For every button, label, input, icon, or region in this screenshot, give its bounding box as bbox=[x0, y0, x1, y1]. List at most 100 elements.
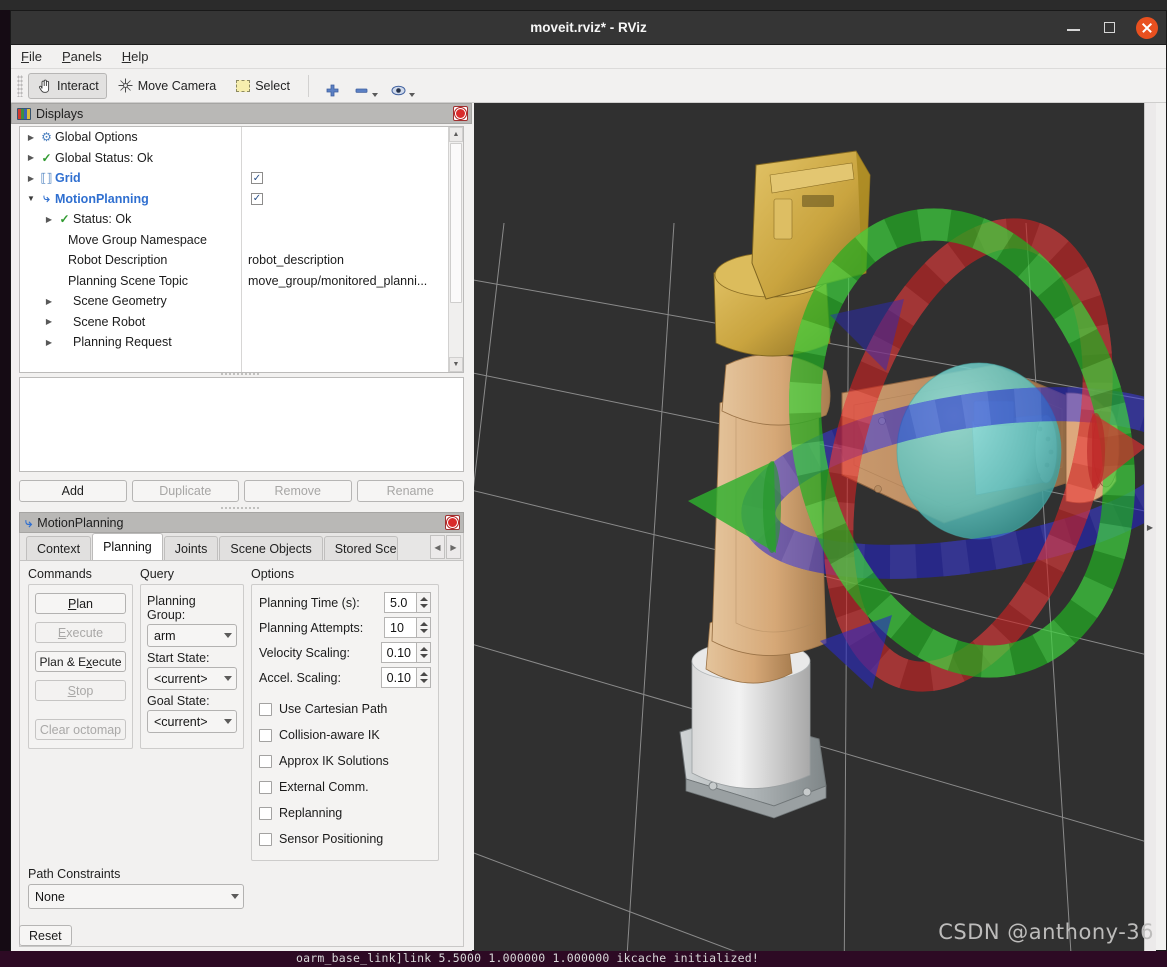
chevron-left-icon[interactable]: ◀ bbox=[430, 535, 445, 559]
goal-state-select[interactable]: <current> bbox=[147, 710, 237, 733]
scroll-down-icon[interactable]: ▼ bbox=[449, 357, 463, 372]
planning-tab-pane: Commands Plan Execute Plan & Ex ecute Sto… bbox=[20, 561, 463, 915]
stop-button[interactable]: Stop bbox=[35, 680, 126, 701]
tool-view[interactable] bbox=[385, 73, 420, 99]
expand-arrow-icon[interactable]: ▶ bbox=[42, 215, 56, 224]
use-cartesian-path-row[interactable]: Use Cartesian Path bbox=[259, 696, 431, 722]
displays-tree-scrollbar[interactable]: ▲ ▼ bbox=[448, 127, 463, 372]
commands-group-box: Plan Execute Plan & Ex ecute Stop Clear o… bbox=[28, 584, 133, 749]
collision-aware-ik-checkbox[interactable] bbox=[259, 728, 272, 742]
tool-interact[interactable]: Interact bbox=[28, 72, 107, 99]
maximize-button[interactable] bbox=[1100, 18, 1120, 38]
rename-display-button[interactable]: Rename bbox=[356, 480, 464, 502]
motionplanning-visibility-checkbox[interactable]: ✓ bbox=[251, 192, 263, 205]
sensor-positioning-checkbox[interactable] bbox=[259, 832, 272, 846]
duplicate-display-button[interactable]: Duplicate bbox=[131, 480, 239, 502]
path-constraints-select[interactable]: None bbox=[28, 884, 244, 909]
displays-tree[interactable]: ▶ ⚙ Global Options ▶ ✓ Global Status: Ok… bbox=[19, 126, 464, 373]
accel-scaling-input[interactable]: 0.10 bbox=[380, 667, 416, 688]
reset-button[interactable]: Reset bbox=[19, 925, 72, 946]
panel-splitter-handle[interactable] bbox=[220, 372, 260, 376]
minimize-button[interactable] bbox=[1064, 18, 1084, 38]
tool-select[interactable]: Select bbox=[226, 73, 298, 99]
collision-aware-ik-row[interactable]: Collision-aware IK bbox=[259, 722, 431, 748]
remove-display-button[interactable]: Remove bbox=[244, 480, 352, 502]
tree-row-planning-request[interactable]: ▶ Planning Request bbox=[20, 332, 463, 353]
velocity-scaling-arrows[interactable] bbox=[416, 642, 431, 663]
tab-stored-scene[interactable]: Stored Scene bbox=[323, 536, 398, 560]
add-display-button[interactable]: Add bbox=[19, 480, 127, 502]
tree-row-robot-description[interactable]: Robot Description robot_description bbox=[20, 250, 463, 271]
menu-item-file[interactable]: File bbox=[21, 49, 42, 64]
tree-row-planning-scene-topic[interactable]: Planning Scene Topic move_group/monitore… bbox=[20, 271, 463, 292]
clear-octomap-button[interactable]: Clear octomap bbox=[35, 719, 126, 740]
grid-visibility-checkbox[interactable]: ✓ bbox=[251, 172, 263, 185]
velocity-scaling-input[interactable]: 0.10 bbox=[380, 642, 416, 663]
planning-time-stepper[interactable]: 5.0 bbox=[384, 592, 431, 613]
expand-arrow-icon[interactable]: ▶ bbox=[24, 133, 38, 142]
accel-scaling-stepper[interactable]: 0.10 bbox=[380, 667, 431, 688]
tool-measure[interactable] bbox=[348, 73, 383, 99]
close-button[interactable] bbox=[1136, 17, 1158, 39]
planning-time-arrows[interactable] bbox=[416, 592, 431, 613]
execute-button[interactable]: Execute bbox=[35, 622, 126, 643]
tree-label: Global Options bbox=[55, 130, 138, 145]
plan-and-execute-button[interactable]: Plan & Ex ecute bbox=[35, 651, 126, 672]
tab-joints[interactable]: Joints bbox=[163, 536, 219, 560]
collapse-arrow-icon[interactable]: ▼ bbox=[24, 194, 38, 203]
approx-ik-solutions-checkbox[interactable] bbox=[259, 754, 272, 768]
velocity-scaling-stepper[interactable]: 0.10 bbox=[380, 642, 431, 663]
planning-attempts-label: Planning Attempts: bbox=[259, 620, 364, 635]
replanning-checkbox[interactable] bbox=[259, 806, 272, 820]
expand-arrow-icon[interactable]: ▶ bbox=[42, 297, 56, 306]
menu-item-help[interactable]: Help bbox=[122, 49, 149, 64]
planning-attempts-input[interactable]: 10 bbox=[384, 617, 416, 638]
external-comm-checkbox[interactable] bbox=[259, 780, 272, 794]
motionplanning-close-icon[interactable] bbox=[445, 515, 460, 530]
planning-attempts-arrows[interactable] bbox=[416, 617, 431, 638]
tool-focus-camera[interactable] bbox=[319, 73, 346, 99]
panel-collapse-right-icon[interactable]: ▶ bbox=[1144, 103, 1156, 952]
replanning-row[interactable]: Replanning bbox=[259, 800, 431, 826]
tree-row-global-options[interactable]: ▶ ⚙ Global Options bbox=[20, 127, 463, 148]
expand-arrow-icon[interactable]: ▶ bbox=[24, 153, 38, 162]
scrollbar-thumb[interactable] bbox=[450, 143, 462, 303]
tree-row-motionplanning[interactable]: ▼ ⤷ MotionPlanning ✓ bbox=[20, 189, 463, 210]
expand-arrow-icon[interactable]: ▶ bbox=[42, 317, 56, 326]
tab-context[interactable]: Context bbox=[26, 536, 92, 560]
menu-item-panels[interactable]: Panels bbox=[62, 49, 102, 64]
tab-scene-objects[interactable]: Scene Objects bbox=[219, 536, 323, 560]
tree-row-status[interactable]: ▶ ✓ Status: Ok bbox=[20, 209, 463, 230]
tree-row-grid[interactable]: ▶ ⟦⟧ Grid ✓ bbox=[20, 168, 463, 189]
motionplanning-tabs: Context Planning Joints Scene Objects St… bbox=[20, 533, 463, 561]
plan-button[interactable]: Plan bbox=[35, 593, 126, 614]
scene-3d[interactable] bbox=[474, 103, 1156, 952]
render-viewport-3d[interactable]: ▶ ◀ 28 fps bbox=[474, 103, 1156, 952]
tree-row-move-group-namespace[interactable]: Move Group Namespace bbox=[20, 230, 463, 251]
dock-splitter-handle[interactable] bbox=[220, 506, 260, 510]
expand-arrow-icon[interactable]: ▶ bbox=[24, 174, 38, 183]
chevron-down-icon[interactable] bbox=[371, 92, 378, 97]
sensor-positioning-row[interactable]: Sensor Positioning bbox=[259, 826, 431, 852]
chevron-right-icon[interactable]: ▶ bbox=[446, 535, 461, 559]
approx-ik-solutions-row[interactable]: Approx IK Solutions bbox=[259, 748, 431, 774]
displays-close-icon[interactable] bbox=[453, 106, 468, 121]
toolbar-grip[interactable] bbox=[17, 74, 23, 97]
start-state-select[interactable]: <current> bbox=[147, 667, 237, 690]
scroll-up-icon[interactable]: ▲ bbox=[449, 127, 463, 142]
planning-attempts-stepper[interactable]: 10 bbox=[384, 617, 431, 638]
screen-root: moveit.rviz* - RViz File Panels Help Int… bbox=[0, 0, 1167, 967]
accel-scaling-arrows[interactable] bbox=[416, 667, 431, 688]
planning-time-input[interactable]: 5.0 bbox=[384, 592, 416, 613]
tool-move-camera[interactable]: Move Camera bbox=[109, 73, 225, 99]
planning-group-select[interactable]: arm bbox=[147, 624, 237, 647]
expand-arrow-icon[interactable]: ▶ bbox=[42, 338, 56, 347]
use-cartesian-path-checkbox[interactable] bbox=[259, 702, 272, 716]
tree-row-global-status[interactable]: ▶ ✓ Global Status: Ok bbox=[20, 148, 463, 169]
display-properties-area[interactable] bbox=[19, 377, 464, 472]
tab-planning[interactable]: Planning bbox=[92, 533, 163, 560]
external-comm-row[interactable]: External Comm. bbox=[259, 774, 431, 800]
tree-row-scene-robot[interactable]: ▶ Scene Robot bbox=[20, 312, 463, 333]
chevron-down-icon[interactable] bbox=[408, 92, 415, 97]
tree-row-scene-geometry[interactable]: ▶ Scene Geometry bbox=[20, 291, 463, 312]
